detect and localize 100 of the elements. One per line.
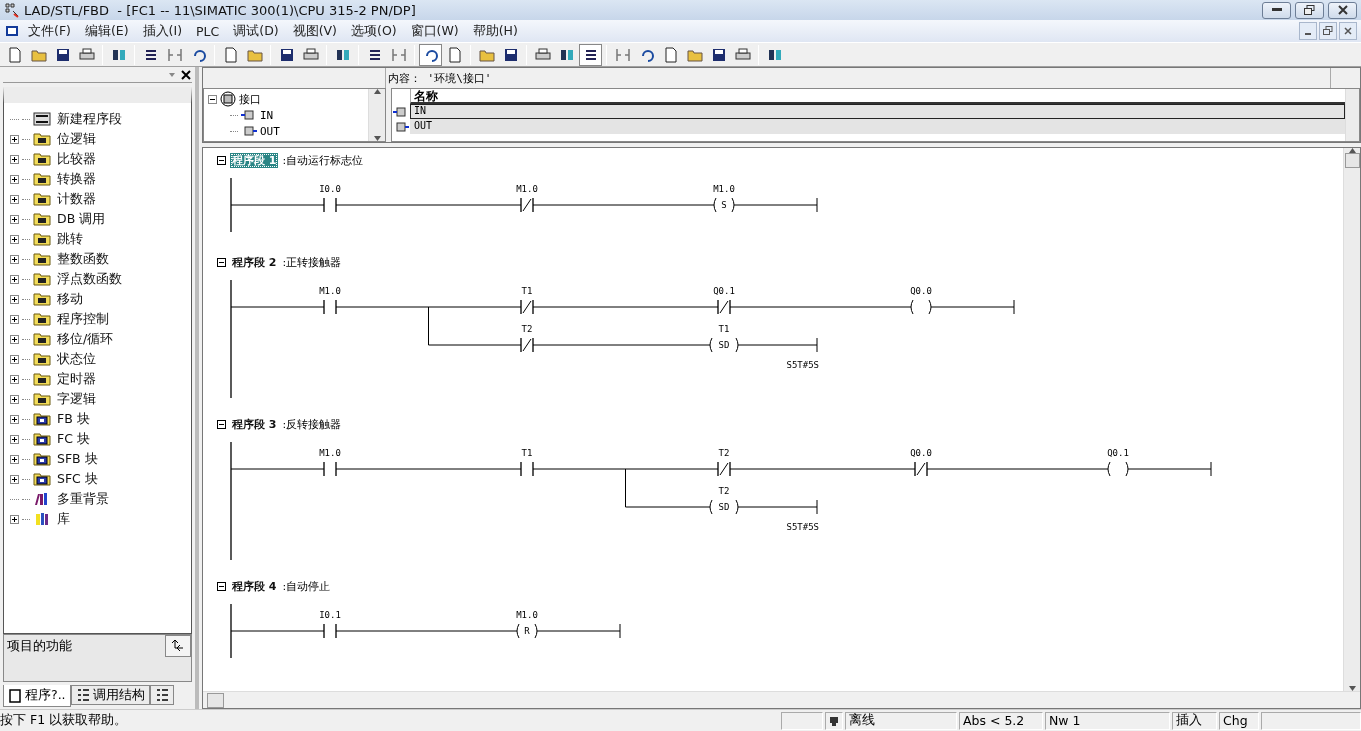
menu-item[interactable]: 窗口(W) [404,22,465,40]
scrollbar[interactable] [368,89,385,141]
tree-item[interactable]: 移位/循环 [10,329,191,349]
tree-item[interactable]: DB 调用 [10,209,191,229]
coil-symbol: SD [718,502,730,512]
tree-item[interactable]: 浮点数函数 [10,269,191,289]
tree-item[interactable]: 新建程序段 [10,109,191,129]
port-icon [241,110,257,120]
coil [1107,461,1129,477]
network-label[interactable]: 程序段 3 [230,416,279,432]
toolbar-icon [302,46,319,63]
toolbar-icon [502,46,519,63]
expand-toggle[interactable] [10,454,19,464]
restore-button[interactable] [1319,22,1337,40]
toggle-button[interactable] [165,635,191,657]
normally-open-contact [323,461,337,477]
tree-item[interactable]: 接口 [208,91,364,107]
expand-toggle[interactable] [10,314,19,324]
menu-item[interactable]: 选项(O) [345,22,403,40]
close-icon[interactable] [180,69,192,81]
tree-item[interactable]: SFB 块 [10,449,191,469]
toolbar-button[interactable] [419,43,442,66]
network-label[interactable]: 程序段 1 [230,152,279,168]
tree-item[interactable]: 转换器 [10,169,191,189]
normally-open-contact [520,461,534,477]
document-icon [4,25,20,37]
network-label[interactable]: 程序段 4 [230,578,279,594]
menu-item[interactable]: 调试(D) [227,22,285,40]
collapse-icon[interactable] [217,419,226,429]
tree-item[interactable]: FB 块 [10,409,191,429]
expand-toggle[interactable] [10,274,19,284]
expand-toggle[interactable] [10,374,19,384]
tree-item[interactable]: 整数函数 [10,249,191,269]
block-icon [33,432,51,446]
tree-item[interactable]: 多重背景 [10,489,191,509]
network-title: :自动停止 [282,578,331,594]
close-button[interactable] [1328,1,1357,19]
tree-item[interactable]: 位逻辑 [10,129,191,149]
tree-item[interactable]: 字逻辑 [10,389,191,409]
expand-toggle[interactable] [10,234,19,244]
list-icon [75,688,90,702]
scrollbar[interactable] [1345,89,1359,141]
tree-item[interactable]: 比较器 [10,149,191,169]
expand-toggle[interactable] [208,94,217,104]
scroll-down-icon[interactable] [373,136,381,141]
scrollbar[interactable] [1343,148,1360,691]
folder-icon [33,372,51,386]
panel-tab[interactable] [149,685,174,705]
close-button[interactable] [1339,22,1357,40]
tree-item[interactable]: 定时器 [10,369,191,389]
minimize-button[interactable] [1262,1,1291,19]
table-cell[interactable]: IN [410,104,1345,119]
tree-item[interactable]: 状态位 [10,349,191,369]
scroll-thumb[interactable] [207,692,224,708]
expand-toggle[interactable] [10,334,19,344]
expand-toggle[interactable] [10,294,19,304]
normally-closed-contact [914,461,928,477]
restore-button[interactable] [1295,1,1324,19]
expand-toggle[interactable] [10,174,19,184]
menu-item[interactable]: 文件(F) [22,22,77,40]
tree-item[interactable]: 跳转 [10,229,191,249]
toolbar-button[interactable] [579,43,602,66]
menu-item[interactable]: 视图(V) [286,22,343,40]
collapse-icon[interactable] [217,581,226,591]
operand-label: T1 [521,448,533,458]
menu-item[interactable]: 插入(I) [136,22,189,40]
collapse-icon[interactable] [217,257,226,267]
menu-item[interactable]: PLC [190,23,226,39]
scrollbar[interactable] [203,691,1360,708]
menu-item[interactable]: 帮助(H) [466,22,524,40]
menu-item[interactable]: 编辑(E) [78,22,135,40]
tree-item[interactable]: IN [208,107,364,123]
network-label[interactable]: 程序段 2 [230,254,279,270]
expand-toggle[interactable] [10,514,19,524]
panel-tab[interactable]: 调用结构 [70,685,150,705]
expand-toggle[interactable] [10,214,19,224]
tree-item[interactable]: OUT [208,123,364,139]
tree-item[interactable]: FC 块 [10,429,191,449]
expand-toggle[interactable] [10,254,19,264]
tree-item[interactable]: 计数器 [10,189,191,209]
expand-toggle[interactable] [10,434,19,444]
tree-item[interactable]: 库 [10,509,191,529]
tree-item[interactable]: SFC 块 [10,469,191,489]
expand-toggle[interactable] [10,154,19,164]
expand-toggle[interactable] [10,194,19,204]
table-cell[interactable]: OUT [410,119,1345,134]
expand-toggle[interactable] [10,414,19,424]
expand-toggle[interactable] [10,474,19,484]
expand-toggle[interactable] [10,394,19,404]
expand-toggle[interactable] [10,354,19,364]
panel-tab[interactable]: 程序?.. [3,685,71,707]
expand-toggle[interactable] [10,134,19,144]
preset-label: S5T#5S [786,360,819,370]
scroll-up-icon[interactable] [373,89,381,94]
tree-item[interactable]: 程序控制 [10,309,191,329]
minimize-button[interactable] [1299,22,1317,40]
collapse-icon[interactable] [217,155,226,165]
tree-item[interactable]: 移动 [10,289,191,309]
plc-icon [829,715,839,726]
scroll-thumb[interactable] [1344,153,1360,168]
